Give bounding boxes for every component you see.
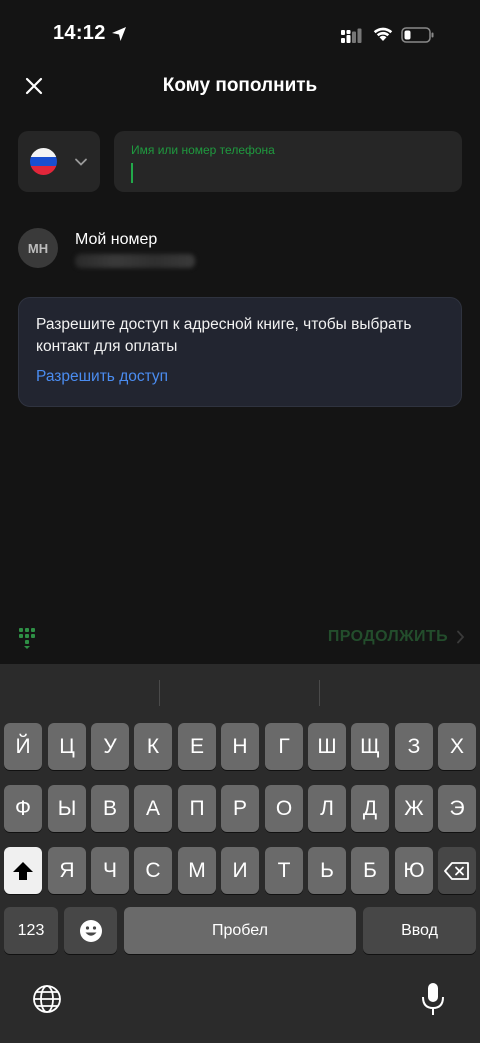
suggestion-divider	[319, 680, 320, 706]
cellular-signal-icon	[341, 28, 362, 43]
key[interactable]: Т	[265, 847, 303, 894]
battery-icon	[401, 27, 434, 43]
key[interactable]: З	[395, 723, 433, 770]
numeric-keypad-icon[interactable]	[18, 627, 40, 651]
page-title: Кому пополнить	[162, 75, 318, 96]
key[interactable]: А	[134, 785, 172, 832]
hidden-phone-number	[75, 254, 195, 268]
avatar: MH	[18, 228, 58, 268]
suggestion-divider	[159, 680, 160, 706]
key[interactable]: Ж	[395, 785, 433, 832]
country-selector[interactable]	[18, 131, 100, 192]
globe-icon[interactable]	[31, 983, 63, 1015]
grant-access-link[interactable]: Разрешить доступ	[36, 368, 168, 386]
continue-label: ПРОДОЛЖИТЬ	[327, 628, 448, 645]
keyboard-row-4: 123 Пробел Ввод	[0, 907, 480, 954]
keyboard-row-2: Ф Ы В А П Р О Л Д Ж Э	[0, 785, 480, 832]
status-bar: 14:12	[0, 0, 480, 70]
text-caret	[131, 163, 133, 183]
my-number-item[interactable]: MH Мой номер	[18, 228, 318, 272]
key[interactable]: Р	[221, 785, 259, 832]
key[interactable]: Е	[178, 723, 216, 770]
recipient-search-input[interactable]: Имя или номер телефона	[114, 131, 462, 192]
keyboard: Й Ц У К Е Н Г Ш Щ З Х Ф Ы В А П Р О Л Д …	[0, 664, 480, 1043]
location-arrow-icon	[112, 27, 126, 41]
key[interactable]: Й	[4, 723, 42, 770]
key[interactable]: У	[91, 723, 129, 770]
key[interactable]: Г	[265, 723, 303, 770]
key[interactable]: Я	[48, 847, 86, 894]
key[interactable]: Ь	[308, 847, 346, 894]
key[interactable]: Ы	[48, 785, 86, 832]
permission-text: Разрешите доступ к адресной книге, чтобы…	[36, 316, 412, 355]
status-time: 14:12	[53, 22, 106, 44]
key[interactable]: К	[134, 723, 172, 770]
microphone-icon[interactable]	[420, 981, 446, 1017]
key[interactable]: С	[134, 847, 172, 894]
chevron-down-icon	[75, 158, 87, 166]
key[interactable]: Ч	[91, 847, 129, 894]
key[interactable]: Ю	[395, 847, 433, 894]
continue-button[interactable]: ПРОДОЛЖИТЬ	[328, 628, 465, 646]
key[interactable]: Ш	[308, 723, 346, 770]
key[interactable]: О	[265, 785, 303, 832]
key[interactable]: Ц	[48, 723, 86, 770]
emoji-icon	[79, 919, 102, 942]
shift-key[interactable]	[4, 847, 42, 894]
numbers-key[interactable]: 123	[4, 907, 58, 954]
key[interactable]: Б	[351, 847, 389, 894]
contacts-permission-card: Разрешите доступ к адресной книге, чтобы…	[18, 297, 462, 407]
header: Кому пополнить	[0, 62, 480, 110]
key[interactable]: Э	[438, 785, 476, 832]
key[interactable]: М	[178, 847, 216, 894]
key[interactable]: Х	[438, 723, 476, 770]
return-key[interactable]: Ввод	[363, 907, 476, 954]
backspace-key[interactable]	[438, 847, 476, 894]
key[interactable]: Ф	[4, 785, 42, 832]
key[interactable]: Л	[308, 785, 346, 832]
my-number-label: Мой номер	[75, 231, 158, 248]
key[interactable]: Щ	[351, 723, 389, 770]
key[interactable]: Д	[351, 785, 389, 832]
key[interactable]: И	[221, 847, 259, 894]
chevron-right-icon	[457, 630, 465, 644]
wifi-icon	[373, 27, 393, 41]
emoji-key[interactable]	[64, 907, 117, 954]
keyboard-row-1: Й Ц У К Е Н Г Ш Щ З Х	[0, 723, 480, 770]
backspace-icon	[444, 861, 469, 880]
keyboard-row-3: Я Ч С М И Т Ь Б Ю	[0, 847, 480, 894]
key[interactable]: Н	[221, 723, 259, 770]
russia-flag-icon	[30, 148, 57, 175]
space-key[interactable]: Пробел	[124, 907, 356, 954]
key[interactable]: П	[178, 785, 216, 832]
search-field-label: Имя или номер телефона	[131, 143, 275, 157]
key[interactable]: В	[91, 785, 129, 832]
shift-icon	[13, 861, 33, 880]
